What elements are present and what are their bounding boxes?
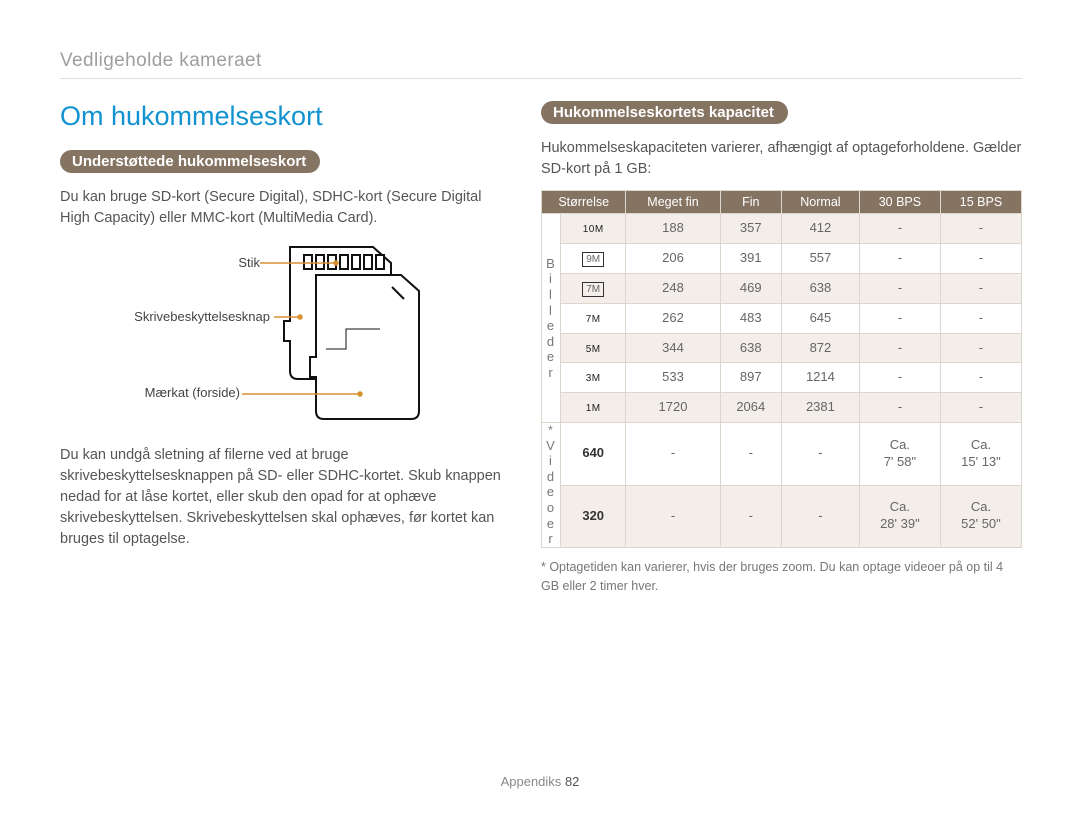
table-row: 7M262483645-- xyxy=(542,303,1022,333)
data-cell: 2381 xyxy=(781,393,859,423)
data-cell: 357 xyxy=(720,214,781,244)
page: Vedligeholde kameraet Om hukommelseskort… xyxy=(0,0,1080,815)
data-cell: - xyxy=(859,273,940,303)
data-cell: 391 xyxy=(720,243,781,273)
data-cell: 412 xyxy=(781,214,859,244)
size-cell: 10M xyxy=(561,214,626,244)
pill-capacity: Hukommelseskortets kapacitet xyxy=(541,101,788,124)
data-cell: 645 xyxy=(781,303,859,333)
data-cell: - xyxy=(859,393,940,423)
data-cell: 638 xyxy=(781,273,859,303)
data-cell: Ca.52' 50" xyxy=(940,485,1021,547)
size-cell: 5M xyxy=(561,333,626,363)
label-stik: Stik xyxy=(60,255,260,270)
data-cell: - xyxy=(781,485,859,547)
footer: Appendiks 82 xyxy=(0,774,1080,789)
label-front: Mærkat (forside) xyxy=(60,385,240,400)
size-cell: 7M xyxy=(561,303,626,333)
write-protect-desc: Du kan undgå sletning af filerne ved at … xyxy=(60,445,505,550)
data-cell: - xyxy=(940,273,1021,303)
data-cell: - xyxy=(626,485,720,547)
data-cell: - xyxy=(720,423,781,485)
size-cell: 7M xyxy=(561,273,626,303)
table-row: Billeder10M188357412-- xyxy=(542,214,1022,244)
supported-desc: Du kan bruge SD-kort (Secure Digital), S… xyxy=(60,187,505,229)
data-cell: Ca.7' 58" xyxy=(859,423,940,485)
data-cell: 469 xyxy=(720,273,781,303)
data-cell: Ca.15' 13" xyxy=(940,423,1021,485)
data-cell: - xyxy=(940,363,1021,393)
th-30bps: 30 BPS xyxy=(859,191,940,214)
size-cell: 320 xyxy=(561,485,626,547)
data-cell: 262 xyxy=(626,303,720,333)
data-cell: - xyxy=(859,214,940,244)
data-cell: 483 xyxy=(720,303,781,333)
data-cell: 638 xyxy=(720,333,781,363)
footer-label: Appendiks xyxy=(501,774,562,789)
table-row: 9M206391557-- xyxy=(542,243,1022,273)
data-cell: 188 xyxy=(626,214,720,244)
table-row: 5M344638872-- xyxy=(542,333,1022,363)
data-cell: 2064 xyxy=(720,393,781,423)
data-cell: 248 xyxy=(626,273,720,303)
table-row: 3M5338971214-- xyxy=(542,363,1022,393)
data-cell: 1214 xyxy=(781,363,859,393)
data-cell: - xyxy=(940,393,1021,423)
table-row: 1M172020642381-- xyxy=(542,393,1022,423)
table-header-row: Størrelse Meget fin Fin Normal 30 BPS 15… xyxy=(542,191,1022,214)
right-column: Hukommelseskortets kapacitet Hukommelses… xyxy=(541,101,1022,595)
size-cell: 640 xyxy=(561,423,626,485)
data-cell: 557 xyxy=(781,243,859,273)
data-cell: - xyxy=(720,485,781,547)
data-cell: - xyxy=(940,243,1021,273)
data-cell: - xyxy=(940,214,1021,244)
table-footnote: * Optagetiden kan varierer, hvis der bru… xyxy=(541,558,1022,596)
data-cell: - xyxy=(940,303,1021,333)
sd-card-diagram: Stik Skrivebeskyttelsesknap Mærkat (fors… xyxy=(60,239,505,439)
footer-page-number: 82 xyxy=(565,774,579,789)
data-cell: - xyxy=(859,333,940,363)
th-fine: Fin xyxy=(720,191,781,214)
side-label-videos: *Videoer xyxy=(542,423,561,548)
breadcrumb: Vedligeholde kameraet xyxy=(60,50,1022,79)
pill-supported-cards: Understøttede hukommelseskort xyxy=(60,150,320,173)
data-cell: 206 xyxy=(626,243,720,273)
data-cell: Ca.28' 39" xyxy=(859,485,940,547)
data-cell: - xyxy=(781,423,859,485)
data-cell: - xyxy=(940,333,1021,363)
size-cell: 9M xyxy=(561,243,626,273)
page-title: Om hukommelseskort xyxy=(60,101,505,132)
capacity-table: Størrelse Meget fin Fin Normal 30 BPS 15… xyxy=(541,190,1022,548)
data-cell: 533 xyxy=(626,363,720,393)
th-15bps: 15 BPS xyxy=(940,191,1021,214)
data-cell: 897 xyxy=(720,363,781,393)
th-size: Størrelse xyxy=(542,191,626,214)
data-cell: 872 xyxy=(781,333,859,363)
data-cell: 1720 xyxy=(626,393,720,423)
data-cell: - xyxy=(859,363,940,393)
size-cell: 3M xyxy=(561,363,626,393)
table-row: 320---Ca.28' 39"Ca.52' 50" xyxy=(542,485,1022,547)
label-write: Skrivebeskyttelsesknap xyxy=(60,309,270,324)
size-cell: 1M xyxy=(561,393,626,423)
left-column: Om hukommelseskort Understøttede hukomme… xyxy=(60,101,505,595)
data-cell: 344 xyxy=(626,333,720,363)
table-row: *Videoer640---Ca.7' 58"Ca.15' 13" xyxy=(542,423,1022,485)
th-normal: Normal xyxy=(781,191,859,214)
data-cell: - xyxy=(859,303,940,333)
side-label-photos: Billeder xyxy=(542,214,561,423)
data-cell: - xyxy=(859,243,940,273)
th-superfine: Meget fin xyxy=(626,191,720,214)
data-cell: - xyxy=(626,423,720,485)
content-columns: Om hukommelseskort Understøttede hukomme… xyxy=(60,101,1022,595)
table-row: 7M248469638-- xyxy=(542,273,1022,303)
capacity-desc: Hukommelseskapaciteten varierer, afhængi… xyxy=(541,138,1022,180)
